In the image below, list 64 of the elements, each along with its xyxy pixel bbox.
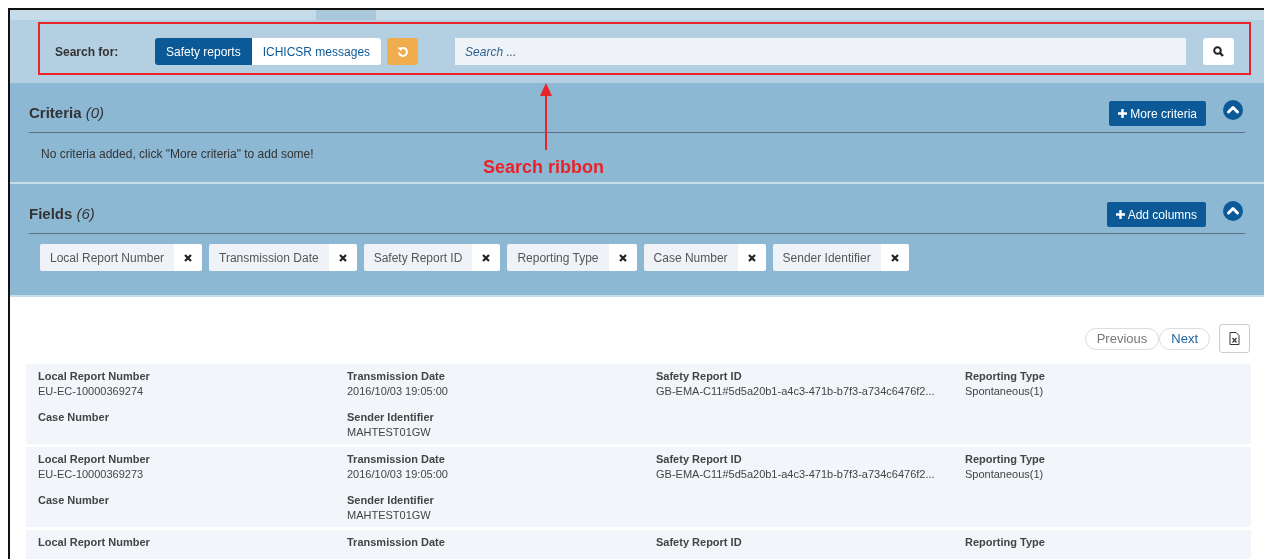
- result-value: MAHTEST01GW: [347, 508, 432, 523]
- mode-toggle[interactable]: Safety reports: [155, 38, 252, 65]
- annotation-arrow: [539, 82, 553, 150]
- result-value: Spontaneous(1): [965, 384, 1045, 399]
- result-label: Sender Identifier: [347, 493, 435, 508]
- plus-icon: [1118, 109, 1128, 118]
- result-label: Sender Identifier: [347, 410, 435, 425]
- field-chip: Case Number: [643, 244, 738, 271]
- annotation-label: Search ribbon: [483, 156, 605, 179]
- result-value: GB-EMA-C11#5d5a20b1-a4c3-471b-b7f3-a734c6476f2...: [656, 384, 936, 399]
- result-label: Safety Report ID: [656, 369, 743, 384]
- result-value: Spontaneous(1): [965, 467, 1045, 482]
- result-label: Reporting Type: [965, 452, 1046, 467]
- result-label: Local Report Number: [38, 452, 151, 467]
- result-value: EU-EC-10000369273: [38, 467, 145, 482]
- field-chip: Reporting Type: [507, 244, 609, 271]
- close-icon: [747, 253, 756, 262]
- close-icon: [890, 253, 899, 262]
- remove-button[interactable]: [880, 244, 909, 271]
- chevron-up-icon[interactable]: [1223, 200, 1243, 221]
- result-label: Local Report Number: [38, 535, 151, 550]
- remove-button[interactable]: [328, 244, 357, 271]
- chevron-up-icon[interactable]: [1223, 99, 1243, 120]
- remove-button[interactable]: [737, 244, 766, 271]
- plus-icon: [1115, 210, 1125, 219]
- search-icon: [1213, 46, 1224, 57]
- remove-button[interactable]: [174, 244, 203, 271]
- close-icon: [618, 253, 627, 262]
- search-button[interactable]: [1203, 38, 1234, 65]
- field-chip: Sender Identifier: [772, 244, 881, 271]
- result-label: Case Number: [38, 493, 110, 508]
- result-label: Reporting Type: [965, 369, 1046, 384]
- result-value: MAHTEST01GW: [347, 425, 432, 440]
- field-chip: Transmission Date: [209, 244, 329, 271]
- result-label: Transmission Date: [347, 369, 446, 384]
- result-value: 2016/10/03 19:05:00: [347, 384, 449, 399]
- search-field[interactable]: Search ...: [455, 38, 1186, 65]
- export-button[interactable]: [1219, 324, 1250, 353]
- panel-title: Fields (6): [29, 204, 95, 225]
- add-button[interactable]: More criteria: [1109, 101, 1206, 126]
- remove-button[interactable]: [608, 244, 637, 271]
- search-label: Search for:: [55, 43, 120, 61]
- result-label: Transmission Date: [347, 535, 446, 550]
- spreadsheet-file-icon: [1229, 332, 1240, 345]
- field-chip: Safety Report ID: [363, 244, 473, 271]
- result-label: Safety Report ID: [656, 452, 743, 467]
- add-button[interactable]: Add columns: [1106, 202, 1206, 227]
- criteria-message: No criteria added, click "More criteria" to add some!: [40, 146, 315, 163]
- result-value: 2016/10/03 19:05:00: [347, 467, 449, 482]
- result-value: EU-EC-10000369274: [38, 384, 145, 399]
- reset-icon: [396, 45, 409, 58]
- field-chip: Local Report Number: [40, 244, 175, 271]
- result-value: GB-EMA-C11#5d5a20b1-a4c3-471b-b7f3-a734c6476f2...: [656, 467, 936, 482]
- result-label: Safety Report ID: [656, 535, 743, 550]
- remove-button[interactable]: [472, 244, 501, 271]
- close-icon: [338, 253, 347, 262]
- result-label: Reporting Type: [965, 535, 1046, 550]
- result-label: Transmission Date: [347, 452, 446, 467]
- mode-toggle[interactable]: ICHICSR messages: [251, 38, 382, 65]
- result-label: Local Report Number: [38, 369, 151, 384]
- close-icon: [184, 253, 193, 262]
- close-icon: [482, 253, 491, 262]
- result-label: Case Number: [38, 410, 110, 425]
- panel-title: Criteria (0): [29, 103, 105, 124]
